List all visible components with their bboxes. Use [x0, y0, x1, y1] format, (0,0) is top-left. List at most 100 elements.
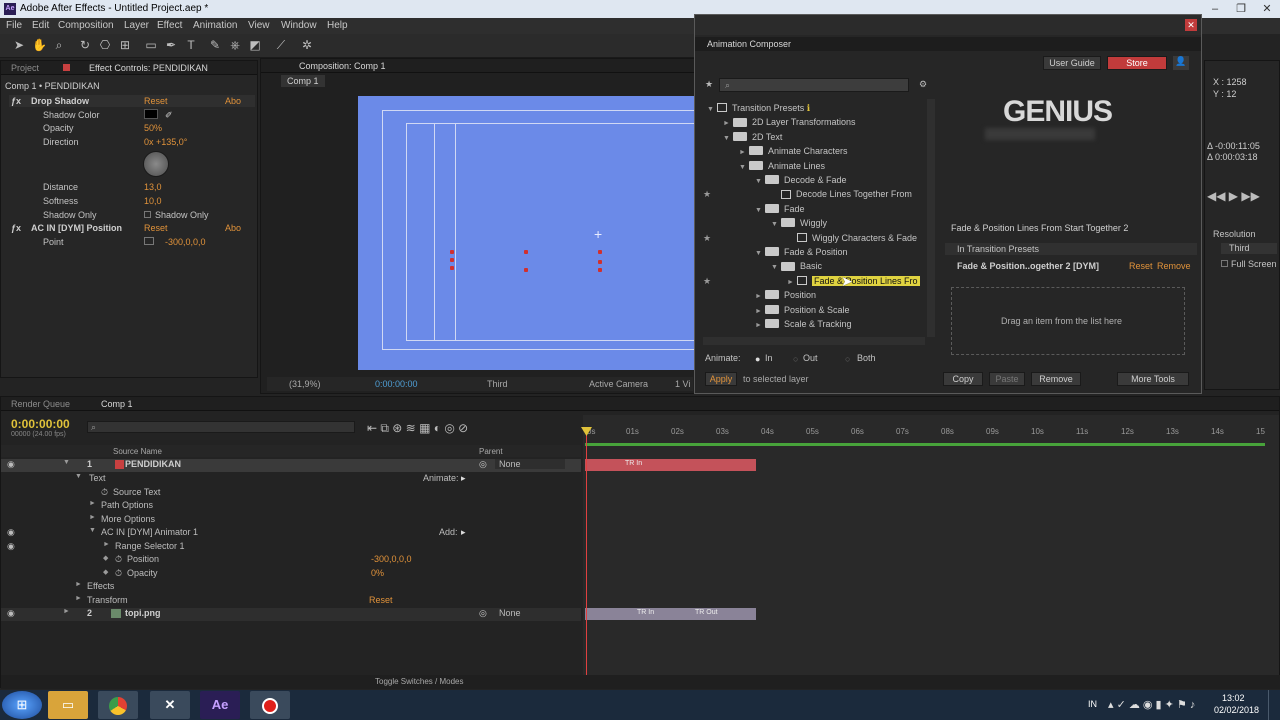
point-crosshair-icon[interactable]: [144, 237, 154, 245]
user-guide-button[interactable]: User Guide: [1043, 56, 1101, 70]
layer2-parent-dropdown[interactable]: None: [495, 608, 565, 618]
preset-folder[interactable]: ► Animate Characters: [707, 146, 927, 159]
path-options-expand-icon[interactable]: ►: [89, 500, 96, 507]
preset-item[interactable]: ★ Wiggly Characters & Fade: [703, 233, 927, 246]
preset-folder[interactable]: ► 2D Layer Transformations: [707, 117, 927, 130]
hand-tool-icon[interactable]: ✋: [32, 38, 47, 52]
paste-button[interactable]: Paste: [989, 372, 1025, 386]
favorite-star-icon[interactable]: ★: [703, 189, 711, 200]
tree-expand-icon[interactable]: ►: [755, 322, 765, 329]
clock-date[interactable]: 02/02/2018: [1214, 705, 1259, 715]
remove-dropdown[interactable]: Remove: [1031, 372, 1081, 386]
roto-brush-tool-icon[interactable]: ⟋: [274, 38, 288, 52]
eyedropper-icon[interactable]: ✐: [165, 110, 173, 121]
position-row[interactable]: ◆ ⏱ Position -300,0,0,0: [1, 554, 581, 567]
pen-tool-icon[interactable]: ✒: [164, 38, 178, 52]
menu-composition[interactable]: Composition: [58, 20, 114, 31]
layer-row-topi[interactable]: ◉ ► 2 topi.png ◎ None: [1, 608, 581, 621]
tab-render-queue[interactable]: Render Queue: [11, 399, 70, 409]
tree-expand-icon[interactable]: ▼: [755, 207, 765, 214]
parent-dropdown[interactable]: None: [495, 459, 565, 469]
tree-expand-icon[interactable]: ▼: [755, 250, 765, 257]
opacity-value[interactable]: 0%: [371, 568, 384, 578]
timeline-timecode[interactable]: 0:00:00:00: [11, 417, 70, 431]
more-tools-dropdown[interactable]: More Tools: [1117, 372, 1189, 386]
file-explorer-icon[interactable]: ▭: [48, 691, 88, 719]
radio-out-label[interactable]: Out: [803, 353, 818, 363]
tree-expand-icon[interactable]: ▼: [739, 164, 749, 171]
tree-expand-icon[interactable]: ▼: [771, 264, 781, 271]
favorites-star-icon[interactable]: ★: [705, 79, 713, 90]
text-anchor-point[interactable]: [524, 250, 528, 254]
tree-expand-icon[interactable]: ▼: [771, 221, 781, 228]
transform-reset[interactable]: Reset: [369, 595, 393, 605]
timeline-track-area[interactable]: [583, 415, 1279, 687]
preset-folder[interactable]: ▼ Fade & Position: [707, 247, 927, 260]
menu-edit[interactable]: Edit: [32, 20, 49, 31]
position-stopwatch-icon[interactable]: ⏱: [115, 554, 122, 565]
tab-composition[interactable]: Composition: Comp 1: [299, 61, 386, 71]
time-ruler[interactable]: 0s 01s 02s 03s 04s 05s 06s 07s 08s 09s 10s 11s 12s 13…: [585, 427, 1271, 441]
text-anchor-point[interactable]: [450, 266, 454, 270]
camera-tool-icon[interactable]: ⎔: [98, 38, 112, 52]
text-anchor-point[interactable]: [450, 258, 454, 262]
path-options-row[interactable]: ► Path Options: [1, 500, 581, 513]
ac-position-about[interactable]: Abo: [225, 223, 241, 233]
tree-expand-icon[interactable]: ►: [755, 308, 765, 315]
eraser-tool-icon[interactable]: ◩: [248, 38, 262, 52]
preset-folder[interactable]: ▼ Wiggly: [707, 218, 927, 231]
animate-add-icon[interactable]: ▸: [461, 473, 466, 484]
preset-folder[interactable]: ▼ Transition Presets ℹ: [707, 103, 927, 116]
shadow-only-checkbox[interactable]: [144, 211, 151, 218]
account-icon[interactable]: 👤: [1173, 56, 1189, 70]
preset-item[interactable]: ★ Decode Lines Together From: [703, 189, 927, 202]
preset-folder[interactable]: ► Position: [707, 290, 927, 303]
timeline-switches-icon[interactable]: ⇤ ⧉ ⊛ ≋ ▦ ◐ ◎ ⊘: [367, 421, 468, 436]
menu-help[interactable]: Help: [327, 20, 348, 31]
tree-expand-icon[interactable]: ►: [755, 293, 765, 300]
settings-gear-icon[interactable]: ⚙: [919, 79, 927, 90]
type-tool-icon[interactable]: T: [184, 38, 198, 52]
input-language[interactable]: IN: [1088, 699, 1097, 709]
effects-expand-icon[interactable]: ►: [75, 581, 82, 588]
playback-controls-icon[interactable]: ◀◀ ▶ ▶▶: [1207, 189, 1260, 203]
layer-row-pendidikan[interactable]: ◉ ▼ 1 PENDIDIKAN ◎ None: [1, 459, 581, 472]
after-effects-taskbar-icon[interactable]: Ae: [200, 691, 240, 719]
direction-dial[interactable]: [143, 151, 169, 177]
brush-tool-icon[interactable]: ✎: [208, 38, 222, 52]
selection-tool-icon[interactable]: ➤: [12, 38, 26, 52]
menu-effect[interactable]: Effect: [157, 20, 182, 31]
favorite-star-icon[interactable]: ★: [703, 276, 711, 287]
chrome-icon[interactable]: [98, 691, 138, 719]
resolution-dropdown[interactable]: Third: [1221, 243, 1277, 254]
direction-value[interactable]: 0x +135,0°: [144, 137, 187, 147]
shadow-color-swatch[interactable]: [144, 109, 158, 119]
radio-in-icon[interactable]: ●: [755, 354, 760, 364]
point-value[interactable]: -300,0,0,0: [165, 237, 206, 247]
text-group-row[interactable]: ▼ Text Animate: ▸: [1, 473, 581, 486]
preset-folder[interactable]: ▼ Animate Lines: [707, 161, 927, 174]
pan-behind-tool-icon[interactable]: ⊞: [118, 38, 132, 52]
layer1-duration-bar[interactable]: [585, 459, 756, 471]
drop-shadow-about[interactable]: Abo: [225, 96, 241, 106]
tree-expand-icon[interactable]: ►: [787, 279, 797, 286]
opacity-keyframe-nav-icon[interactable]: ◆: [103, 568, 108, 576]
effects-row[interactable]: ► Effects: [1, 581, 581, 594]
radio-both-icon[interactable]: ○: [845, 354, 850, 364]
tree-expand-icon[interactable]: ▼: [707, 106, 717, 113]
layer2-expand-icon[interactable]: ►: [63, 608, 70, 615]
stopwatch-icon[interactable]: ⏱: [101, 487, 108, 498]
puppet-pin-tool-icon[interactable]: ✲: [300, 38, 314, 52]
range-selector-expand-icon[interactable]: ►: [103, 541, 110, 548]
range-eye-icon[interactable]: ◉: [7, 541, 15, 552]
info-icon[interactable]: ℹ: [804, 103, 810, 113]
clock-time[interactable]: 13:02: [1222, 693, 1245, 703]
applied-preset-label[interactable]: Fade & Position..ogether 2 [DYM]: [957, 261, 1099, 271]
layer2-name[interactable]: topi.png: [125, 608, 161, 618]
layer2-pickwhip-icon[interactable]: ◎: [479, 608, 487, 619]
animator-row[interactable]: ◉ ▼ AC IN [DYM] Animator 1 Add: ▸: [1, 527, 581, 540]
store-button[interactable]: Store: [1107, 56, 1167, 70]
tab-comp-1[interactable]: Comp 1: [101, 399, 133, 409]
softness-value[interactable]: 10,0: [144, 196, 162, 206]
parent-pickwhip-icon[interactable]: ◎: [479, 459, 487, 470]
